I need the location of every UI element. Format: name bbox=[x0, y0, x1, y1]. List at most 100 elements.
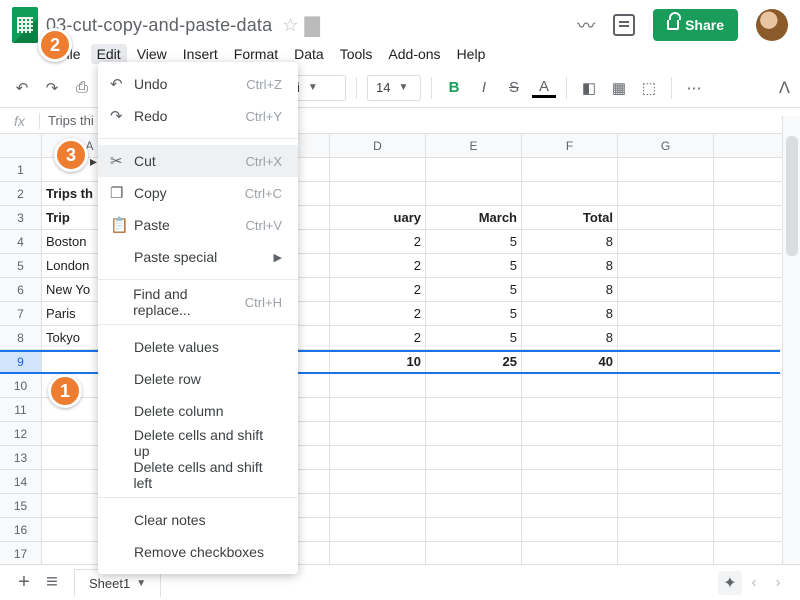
share-button[interactable]: Share bbox=[653, 9, 738, 41]
row-header[interactable]: 6 bbox=[0, 278, 42, 301]
trend-icon[interactable]: 〰 bbox=[577, 12, 595, 38]
title-bar: 03-cut-copy-and-paste-data ☆ ▇ 〰 Share bbox=[0, 0, 800, 44]
menu-delete-shift-up[interactable]: Delete cells and shift up bbox=[98, 427, 298, 459]
collapse-toolbar-icon[interactable]: ᐱ bbox=[779, 78, 790, 98]
menu-delete-shift-left[interactable]: Delete cells and shift left bbox=[98, 459, 298, 491]
cell[interactable]: Total bbox=[522, 206, 618, 229]
strike-button[interactable]: S bbox=[502, 76, 526, 100]
menu-addons[interactable]: Add-ons bbox=[388, 46, 440, 62]
cell[interactable]: 8 bbox=[522, 278, 618, 301]
col-header[interactable]: E bbox=[426, 134, 522, 157]
cell[interactable]: 8 bbox=[522, 302, 618, 325]
more-button[interactable]: ⋯ bbox=[682, 76, 706, 100]
row-header[interactable]: 9 bbox=[0, 350, 42, 373]
font-size-select[interactable]: 14▼ bbox=[367, 75, 421, 101]
col-header[interactable]: G bbox=[618, 134, 714, 157]
menu-cut[interactable]: ▸✂CutCtrl+X bbox=[98, 145, 298, 177]
cell[interactable]: 5 bbox=[426, 254, 522, 277]
fill-color-button[interactable]: ◧ bbox=[577, 76, 601, 100]
cell[interactable]: 2 bbox=[330, 230, 426, 253]
cell[interactable]: 5 bbox=[426, 326, 522, 349]
menu-delete-column[interactable]: Delete column bbox=[98, 395, 298, 427]
add-sheet-button[interactable]: + bbox=[10, 571, 38, 594]
bold-button[interactable]: B bbox=[442, 76, 466, 100]
vertical-scrollbar[interactable] bbox=[782, 116, 800, 564]
menu-data[interactable]: Data bbox=[294, 46, 324, 62]
cell[interactable]: 5 bbox=[426, 302, 522, 325]
row-header[interactable]: 3 bbox=[0, 206, 42, 229]
row-header[interactable]: 1 bbox=[0, 158, 42, 181]
cell[interactable]: 2 bbox=[330, 278, 426, 301]
formula-value[interactable]: Trips thi bbox=[40, 113, 94, 128]
menu-paste[interactable]: 📋PasteCtrl+V bbox=[98, 209, 298, 241]
cell[interactable]: 2 bbox=[330, 326, 426, 349]
row-header[interactable]: 16 bbox=[0, 518, 42, 541]
document-title[interactable]: 03-cut-copy-and-paste-data bbox=[46, 15, 272, 36]
cell[interactable]: 2 bbox=[330, 254, 426, 277]
pointer-arrow-icon: ▸ bbox=[90, 153, 97, 170]
row-header[interactable]: 10 bbox=[0, 374, 42, 397]
row-header[interactable]: 5 bbox=[0, 254, 42, 277]
menu-help[interactable]: Help bbox=[457, 46, 486, 62]
cell[interactable]: 40 bbox=[522, 350, 618, 373]
menu-find-replace[interactable]: Find and replace...Ctrl+H bbox=[98, 286, 298, 318]
avatar[interactable] bbox=[756, 9, 788, 41]
comments-icon[interactable] bbox=[613, 14, 635, 36]
select-all-corner[interactable] bbox=[0, 134, 42, 157]
menu-redo[interactable]: ↷RedoCtrl+Y bbox=[98, 100, 298, 132]
row-header[interactable]: 17 bbox=[0, 542, 42, 564]
menu-delete-row[interactable]: Delete row bbox=[98, 363, 298, 395]
folder-icon[interactable]: ▇ bbox=[304, 13, 319, 38]
row-header[interactable]: 14 bbox=[0, 470, 42, 493]
menu-tools[interactable]: Tools bbox=[340, 46, 373, 62]
row-header[interactable]: 4 bbox=[0, 230, 42, 253]
cell[interactable]: March bbox=[426, 206, 522, 229]
menu-undo[interactable]: ↶UndoCtrl+Z bbox=[98, 68, 298, 100]
col-header[interactable]: D bbox=[330, 134, 426, 157]
share-label: Share bbox=[685, 17, 724, 33]
row-header[interactable]: 15 bbox=[0, 494, 42, 517]
text-color-button[interactable]: A bbox=[532, 78, 556, 98]
menu-view[interactable]: View bbox=[137, 46, 167, 62]
star-icon[interactable]: ☆ bbox=[282, 15, 298, 36]
row-header[interactable]: 13 bbox=[0, 446, 42, 469]
sheet-menu-arrow-icon[interactable]: ▼ bbox=[136, 578, 146, 589]
cell[interactable]: 2 bbox=[330, 302, 426, 325]
row-header[interactable]: 8 bbox=[0, 326, 42, 349]
sheets-logo bbox=[12, 7, 38, 43]
cell[interactable]: 5 bbox=[426, 230, 522, 253]
row-header[interactable]: 2 bbox=[0, 182, 42, 205]
cell[interactable]: 10 bbox=[330, 350, 426, 373]
row-header[interactable]: 11 bbox=[0, 398, 42, 421]
italic-button[interactable]: I bbox=[472, 76, 496, 100]
col-header[interactable]: F bbox=[522, 134, 618, 157]
menu-copy[interactable]: ❐CopyCtrl+C bbox=[98, 177, 298, 209]
undo-icon: ↶ bbox=[110, 75, 134, 93]
menu-format[interactable]: Format bbox=[234, 46, 278, 62]
menu-clear-notes[interactable]: Clear notes bbox=[98, 504, 298, 536]
borders-button[interactable]: ▦ bbox=[607, 76, 631, 100]
cell[interactable]: 8 bbox=[522, 326, 618, 349]
menu-edit[interactable]: Edit bbox=[91, 44, 127, 64]
menu-paste-special[interactable]: Paste special▶ bbox=[98, 241, 298, 273]
cell[interactable]: 8 bbox=[522, 254, 618, 277]
scroll-left-icon[interactable]: ‹ bbox=[742, 574, 766, 592]
cell[interactable]: 5 bbox=[426, 278, 522, 301]
all-sheets-button[interactable]: ≡ bbox=[38, 571, 66, 594]
row-header[interactable]: 7 bbox=[0, 302, 42, 325]
merge-button[interactable]: ⬚ bbox=[637, 76, 661, 100]
row-header[interactable]: 12 bbox=[0, 422, 42, 445]
cell[interactable]: 25 bbox=[426, 350, 522, 373]
cell[interactable]: 8 bbox=[522, 230, 618, 253]
menu-insert[interactable]: Insert bbox=[183, 46, 218, 62]
explore-button[interactable]: ✦ bbox=[718, 571, 742, 595]
scroll-right-icon[interactable]: › bbox=[766, 574, 790, 592]
redo-icon[interactable]: ↷ bbox=[40, 76, 64, 100]
menu-remove-checkboxes[interactable]: Remove checkboxes bbox=[98, 536, 298, 568]
callout-badge-1: 1 bbox=[48, 374, 82, 408]
cell[interactable]: uary bbox=[330, 206, 426, 229]
print-icon[interactable]: ⎙ bbox=[70, 76, 94, 100]
callout-badge-2: 2 bbox=[38, 28, 72, 62]
undo-icon[interactable]: ↶ bbox=[10, 76, 34, 100]
menu-delete-values[interactable]: Delete values bbox=[98, 331, 298, 363]
